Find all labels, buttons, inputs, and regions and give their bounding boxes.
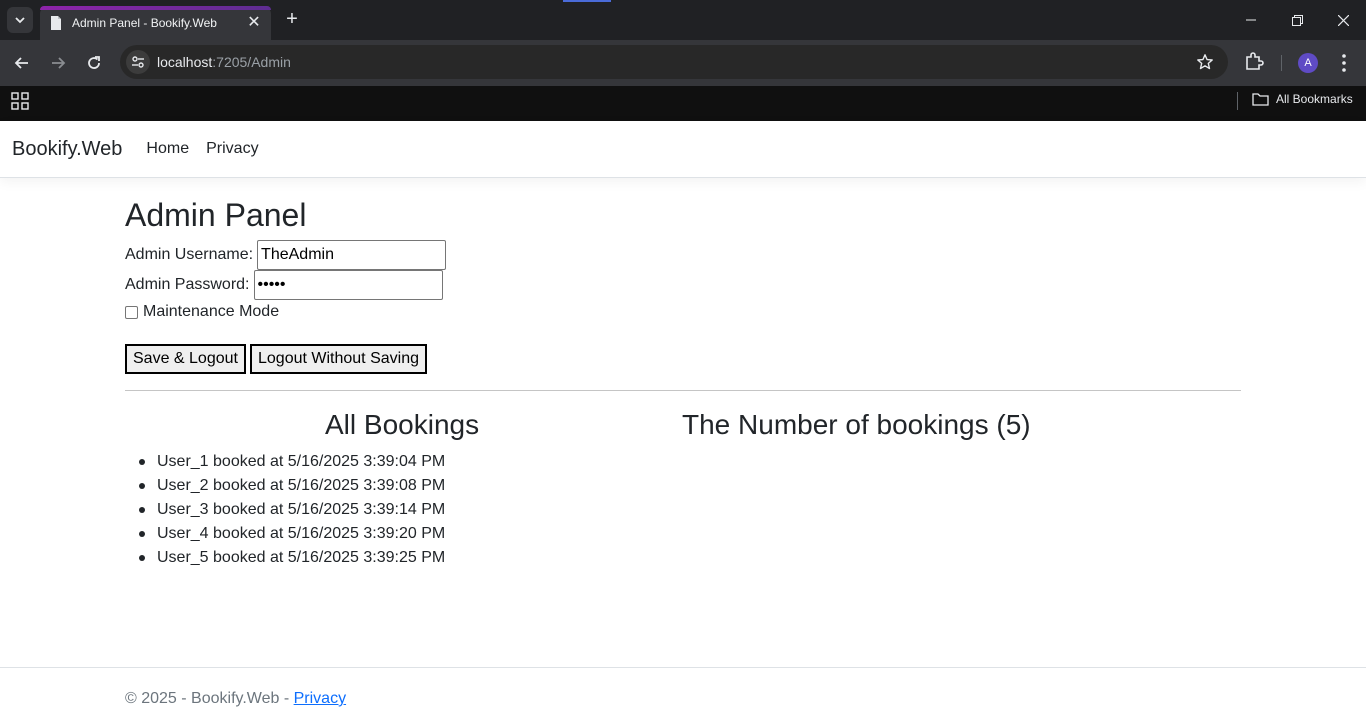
site-footer: © 2025 - Bookify.Web - Privacy xyxy=(0,667,1366,728)
username-input[interactable] xyxy=(257,240,447,270)
reload-button[interactable] xyxy=(79,48,109,78)
close-icon xyxy=(1337,14,1349,26)
all-bookmarks-button[interactable]: All Bookmarks xyxy=(1252,92,1353,106)
close-window-button[interactable] xyxy=(1320,0,1366,40)
bookmarks-bar xyxy=(0,86,1366,121)
profile-avatar[interactable]: A xyxy=(1298,53,1318,73)
toolbar-separator xyxy=(1281,55,1282,71)
extensions-icon[interactable] xyxy=(1243,51,1265,73)
close-tab-icon[interactable]: ✕ xyxy=(245,15,263,31)
all-bookmarks-label: All Bookmarks xyxy=(1276,92,1353,106)
tune-icon xyxy=(132,56,144,68)
copyright-text: © 2025 - Bookify.Web - xyxy=(125,690,294,707)
tab-search-button[interactable] xyxy=(7,7,33,33)
page-title: Admin Panel xyxy=(125,197,307,233)
minimize-button[interactable] xyxy=(1228,0,1274,40)
nav-link-home[interactable]: Home xyxy=(146,140,189,158)
address-bar[interactable]: localhost:7205/Admin xyxy=(120,45,1228,79)
browser-tab-strip: Admin Panel - Bookify.Web ✕ + xyxy=(0,0,1366,40)
url-text: localhost:7205/Admin xyxy=(157,54,291,70)
password-input[interactable] xyxy=(253,270,443,300)
new-tab-button[interactable]: + xyxy=(281,9,303,31)
footer-text: © 2025 - Bookify.Web - Privacy xyxy=(125,690,346,708)
site-info-button[interactable] xyxy=(126,50,150,74)
list-item: User_2 booked at 5/16/2025 3:39:08 PM xyxy=(125,474,445,498)
minimize-icon xyxy=(1246,19,1256,21)
url-path: :7205/Admin xyxy=(212,54,291,70)
list-item: User_1 booked at 5/16/2025 3:39:04 PM xyxy=(125,450,445,474)
bookmark-star-icon[interactable] xyxy=(1196,53,1214,71)
more-menu-icon[interactable] xyxy=(1335,51,1353,75)
logout-without-saving-button[interactable]: Logout Without Saving xyxy=(250,344,427,374)
folder-icon xyxy=(1252,93,1269,106)
footer-privacy-link[interactable]: Privacy xyxy=(294,690,346,707)
browser-toolbar: localhost:7205/Admin A xyxy=(0,40,1366,86)
username-row: Admin Username: xyxy=(125,240,447,270)
list-item: User_5 booked at 5/16/2025 3:39:25 PM xyxy=(125,546,445,570)
arrow-left-icon xyxy=(14,57,28,69)
password-label: Admin Password: xyxy=(125,276,250,293)
save-logout-button[interactable]: Save & Logout xyxy=(125,344,246,374)
all-bookings-heading: All Bookings xyxy=(325,409,480,440)
reload-icon xyxy=(88,56,100,69)
restore-icon xyxy=(1291,14,1303,26)
brand-link[interactable]: Bookify.Web xyxy=(12,138,122,161)
section-divider xyxy=(125,390,1241,391)
list-item: User_4 booked at 5/16/2025 3:39:20 PM xyxy=(125,522,445,546)
browser-tab-active[interactable]: Admin Panel - Bookify.Web ✕ xyxy=(40,6,271,40)
chevron-down-icon xyxy=(15,17,25,24)
username-label: Admin Username: xyxy=(125,246,254,263)
tab-title: Admin Panel - Bookify.Web xyxy=(72,16,217,30)
apps-grid-icon[interactable] xyxy=(11,92,29,110)
back-button[interactable] xyxy=(7,48,37,78)
maintenance-row: Maintenance Mode xyxy=(125,303,279,321)
site-navbar: Bookify.Web Home Privacy xyxy=(0,121,1366,178)
nav-link-privacy[interactable]: Privacy xyxy=(206,140,258,158)
maintenance-checkbox[interactable] xyxy=(125,305,138,319)
tab-drag-indicator xyxy=(563,0,611,2)
nav-links: Home Privacy xyxy=(146,140,258,158)
maintenance-label: Maintenance Mode xyxy=(143,303,280,320)
list-item: User_3 booked at 5/16/2025 3:39:14 PM xyxy=(125,498,445,522)
bookmarks-separator xyxy=(1237,92,1238,110)
booking-count-heading: The Number of bookings (5) xyxy=(682,409,1031,440)
bookings-list: User_1 booked at 5/16/2025 3:39:04 PM Us… xyxy=(125,450,445,570)
forward-button[interactable] xyxy=(43,48,73,78)
arrow-right-icon xyxy=(52,57,66,69)
page-favicon-icon xyxy=(51,16,61,30)
restore-button[interactable] xyxy=(1274,0,1320,40)
password-row: Admin Password: xyxy=(125,270,443,300)
url-host: localhost xyxy=(157,54,213,70)
